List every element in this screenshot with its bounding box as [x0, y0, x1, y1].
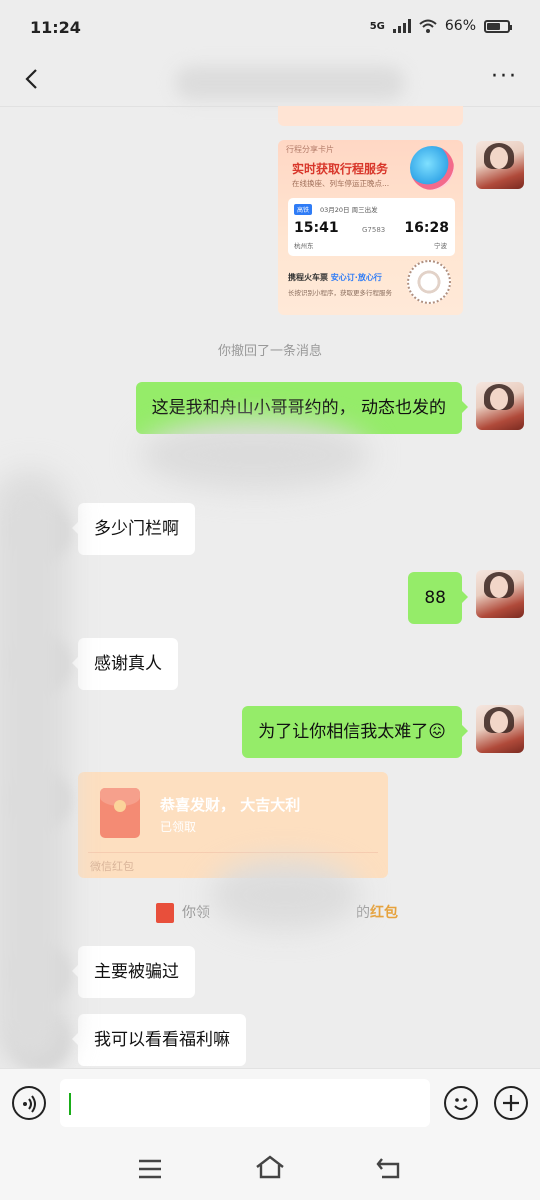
redaction-blur: [140, 420, 370, 490]
battery-icon: [484, 19, 512, 33]
message-bubble-outgoing[interactable]: 88: [408, 572, 468, 624]
message-bubble-outgoing[interactable]: 为了让你相信我太难了😖: [242, 706, 468, 758]
more-functions-button[interactable]: [494, 1086, 528, 1120]
qr-code-icon: [407, 260, 451, 304]
wifi-icon: [419, 19, 437, 33]
train-number: G7583: [362, 226, 386, 234]
redaction-blur: [210, 860, 360, 930]
red-packet-status: 已领取: [160, 820, 197, 834]
avatar[interactable]: [476, 570, 524, 618]
recall-notice: 你撤回了一条消息: [217, 344, 322, 359]
brand-slogan: 安心订·放心行: [330, 273, 382, 282]
emoji-icon: [454, 1098, 468, 1110]
divider: [88, 852, 378, 853]
ticket-badge: 高铁: [294, 204, 313, 215]
message-bubble-incoming[interactable]: 主要被骗过: [72, 946, 195, 998]
chat-header: ···: [0, 56, 540, 107]
redaction-blur: [0, 470, 70, 1070]
card-subtitle: 在线换座、列车停运正晚点...: [292, 179, 390, 188]
notice-prefix: 你领: [182, 905, 210, 921]
red-packet-link[interactable]: 红包: [370, 905, 398, 921]
more-options-button[interactable]: ···: [491, 64, 518, 89]
card-brand: 携程火车票 安心订·放心行: [288, 272, 382, 283]
system-nav-bar: [0, 1140, 540, 1200]
avatar[interactable]: [476, 382, 524, 430]
red-packet-icon: [100, 788, 140, 838]
depart-time: 15:41: [294, 220, 339, 236]
message-bubble-incoming[interactable]: 感谢真人: [72, 638, 178, 690]
emoji-button[interactable]: [444, 1086, 478, 1120]
chevron-left-icon: [25, 69, 37, 89]
previous-card-peek: [278, 106, 463, 126]
from-station: 杭州东: [294, 242, 314, 250]
status-icons: 5G 66%: [369, 18, 512, 34]
voice-icon: [23, 1095, 36, 1113]
back-nav-icon[interactable]: [376, 1155, 404, 1181]
card-tag: 行程分享卡片: [286, 145, 334, 154]
notice-suffix: 的: [356, 905, 370, 921]
network-label: 5G: [369, 20, 385, 32]
ticket-date: 03月20日 周三出发: [320, 206, 378, 214]
home-icon[interactable]: [255, 1154, 285, 1180]
mascot-icon: [410, 146, 454, 190]
plus-icon: [503, 1095, 519, 1111]
avatar[interactable]: [476, 141, 524, 189]
arrive-time: 16:28: [404, 220, 449, 236]
message-input[interactable]: [60, 1079, 430, 1127]
card-description: 长按识别小程序，获取更多行程服务: [288, 289, 392, 297]
signal-icon: [392, 19, 411, 33]
chat-title-redacted: [175, 66, 405, 100]
avatar[interactable]: [476, 705, 524, 753]
voice-input-button[interactable]: [12, 1086, 46, 1120]
train-ticket: 高铁 03月20日 周三出发 15:41 G7583 16:28 杭州东 宁波: [288, 198, 455, 256]
card-title: 实时获取行程服务: [292, 162, 389, 176]
message-bubble-incoming[interactable]: 我可以看看福利嘛: [72, 1014, 246, 1066]
red-packet-footer: 微信红包: [90, 860, 134, 873]
text-caret: [69, 1093, 71, 1115]
menu-icon[interactable]: [138, 1158, 162, 1180]
input-bar: [0, 1068, 540, 1141]
red-packet-mini-icon: [156, 903, 174, 923]
red-packet-title: 恭喜发财， 大吉大利: [160, 796, 301, 814]
brand-name: 携程火车票: [288, 273, 328, 282]
back-button[interactable]: [18, 64, 48, 94]
trip-share-card[interactable]: 行程分享卡片 实时获取行程服务 在线换座、列车停运正晚点... 高铁 03月20…: [278, 140, 463, 315]
red-packet-message[interactable]: 恭喜发财， 大吉大利 已领取 微信红包: [78, 772, 388, 878]
battery-percent: 66%: [444, 18, 476, 34]
message-bubble-incoming[interactable]: 多少门栏啊: [72, 503, 195, 555]
status-time: 11:24: [30, 18, 81, 37]
to-station: 宁波: [434, 242, 447, 250]
status-bar: 11:24 5G 66%: [0, 0, 540, 56]
